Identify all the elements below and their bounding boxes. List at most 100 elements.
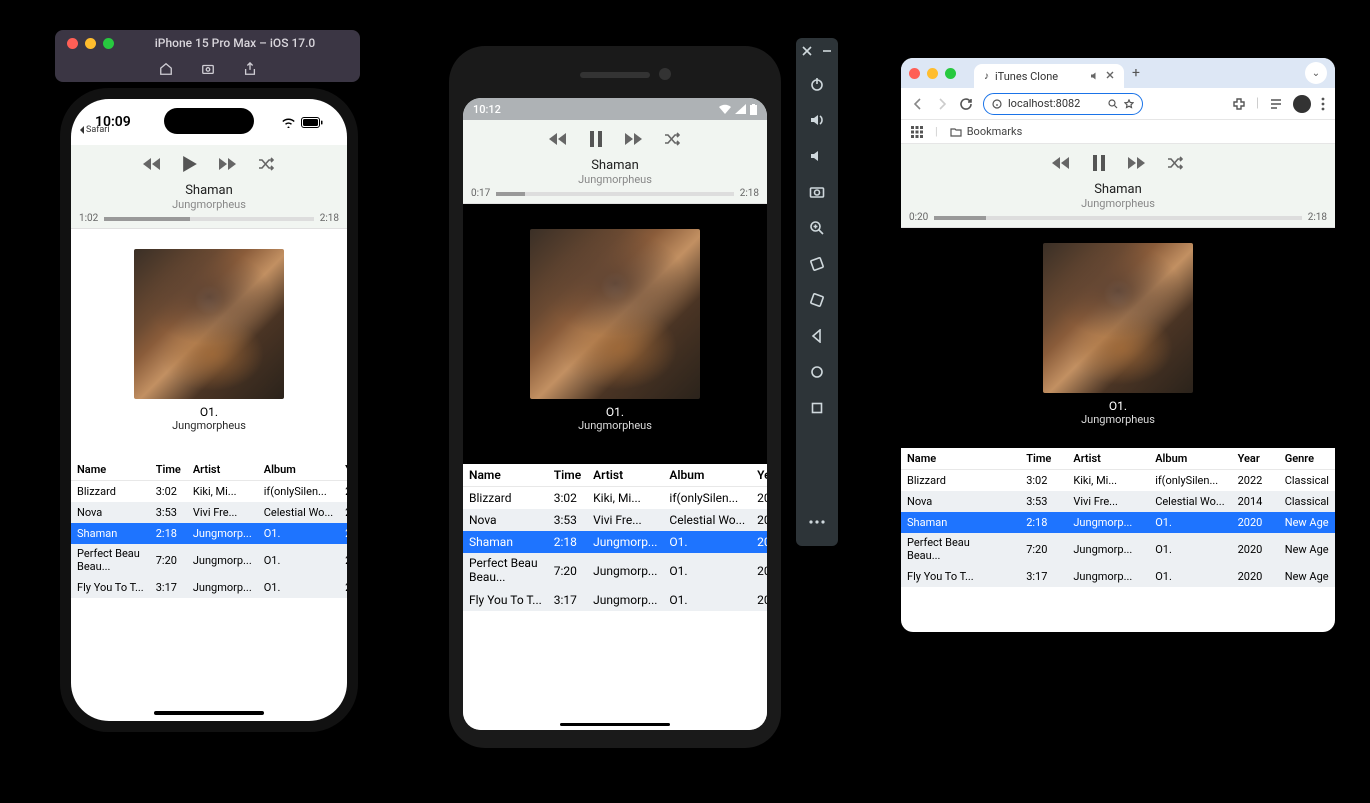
track-table: Name Time Artist Album Year Genre Blizza…: [463, 464, 767, 611]
reading-list-icon[interactable]: [1269, 97, 1283, 111]
volume-down-icon[interactable]: [804, 140, 830, 172]
progress-bar[interactable]: [496, 192, 733, 196]
col-name[interactable]: Name: [901, 448, 1020, 470]
album-artist: Jungmorpheus: [172, 419, 246, 432]
progress-bar[interactable]: [104, 217, 313, 221]
minimize-icon[interactable]: [927, 68, 938, 79]
col-genre[interactable]: Genre: [1279, 448, 1335, 470]
col-time[interactable]: Time: [548, 464, 587, 487]
power-icon[interactable]: [804, 68, 830, 100]
col-artist[interactable]: Artist: [1067, 448, 1149, 470]
player-header: Shaman Jungmorpheus 1:02 2:18: [71, 145, 347, 229]
pause-button[interactable]: [587, 130, 605, 148]
table-row[interactable]: Blizzard3:02Kiki, Mi...if(onlySilen...20…: [71, 481, 347, 503]
col-name[interactable]: Name: [71, 459, 150, 481]
nav-forward-icon[interactable]: [935, 97, 949, 111]
table-row[interactable]: Perfect BeauBeau...7:20Jungmorp...O1.202…: [71, 544, 347, 577]
back-to-safari[interactable]: Safari: [79, 125, 110, 135]
reload-icon[interactable]: [959, 97, 973, 111]
overview-icon[interactable]: [804, 392, 830, 424]
progress-total: 2:18: [740, 188, 759, 199]
prev-button[interactable]: [1052, 154, 1070, 172]
minimize-icon[interactable]: [85, 38, 96, 49]
window-traffic-lights[interactable]: [909, 68, 956, 79]
close-icon[interactable]: [800, 44, 814, 58]
col-artist[interactable]: Artist: [187, 459, 258, 481]
bookmarks-folder[interactable]: Bookmarks: [950, 125, 1023, 138]
new-tab-button[interactable]: +: [1132, 65, 1140, 81]
table-row[interactable]: Shaman2:18Jungmorp...O1.2020New Age: [901, 512, 1335, 533]
shuffle-button[interactable]: [663, 130, 681, 148]
table-row[interactable]: Perfect BeauBeau...7:20Jungmorp...O1.202…: [463, 553, 767, 589]
profile-avatar[interactable]: [1293, 95, 1311, 113]
more-icon[interactable]: [804, 506, 830, 538]
site-info-icon[interactable]: [992, 99, 1002, 109]
progress-total: 2:18: [320, 213, 339, 224]
minimize-icon[interactable]: [820, 44, 834, 58]
volume-up-icon[interactable]: [804, 104, 830, 136]
player-header: Shaman Jungmorpheus 0:20 2:18: [901, 144, 1335, 228]
col-album[interactable]: Album: [1149, 448, 1231, 470]
table-row[interactable]: Blizzard3:02Kiki, Mi...if(onlySilen...20…: [901, 470, 1335, 492]
progress-total: 2:18: [1308, 212, 1327, 223]
pause-button[interactable]: [1090, 154, 1108, 172]
zoom-in-icon[interactable]: [804, 212, 830, 244]
window-traffic-lights[interactable]: [67, 38, 114, 49]
play-button[interactable]: [181, 155, 199, 173]
close-icon[interactable]: [909, 68, 920, 79]
col-album[interactable]: Album: [663, 464, 751, 487]
kebab-menu-icon[interactable]: [1321, 97, 1325, 111]
col-time[interactable]: Time: [1020, 448, 1067, 470]
back-icon[interactable]: [804, 320, 830, 352]
table-row[interactable]: Perfect BeauBeau...7:20Jungmorp...O1.202…: [901, 533, 1335, 566]
shuffle-button[interactable]: [1166, 154, 1184, 172]
next-button[interactable]: [625, 130, 643, 148]
close-icon[interactable]: [67, 38, 78, 49]
col-year[interactable]: Year: [1232, 448, 1279, 470]
address-bar[interactable]: localhost:8082: [983, 93, 1143, 115]
chevron-down-icon[interactable]: ⌄: [1305, 62, 1327, 84]
share-icon[interactable]: [243, 62, 257, 76]
zoom-icon[interactable]: [103, 38, 114, 49]
prev-button[interactable]: [143, 155, 161, 173]
bookmark-star-icon[interactable]: [1124, 99, 1134, 109]
nav-back-icon[interactable]: [911, 97, 925, 111]
col-album[interactable]: Album: [258, 459, 339, 481]
table-row[interactable]: Fly You To T...3:17Jungmorp...O1.2020New…: [71, 577, 347, 598]
progress-bar[interactable]: [934, 216, 1301, 220]
table-row[interactable]: Fly You To T...3:17Jungmorp...O1.2020New…: [463, 589, 767, 611]
table-row[interactable]: Shaman2:18Jungmorp...O1.2020New Age: [463, 531, 767, 553]
extensions-icon[interactable]: [1232, 97, 1246, 111]
col-artist[interactable]: Artist: [587, 464, 663, 487]
zoom-icon[interactable]: [945, 68, 956, 79]
next-button[interactable]: [219, 155, 237, 173]
table-row[interactable]: Shaman2:18Jungmorp...O1.2020New Age: [71, 523, 347, 544]
rotate-right-icon[interactable]: [804, 284, 830, 316]
table-row[interactable]: Fly You To T...3:17Jungmorp...O1.2020New…: [901, 566, 1335, 587]
col-name[interactable]: Name: [463, 464, 548, 487]
tab-close-icon[interactable]: [1106, 71, 1114, 81]
home-icon[interactable]: [804, 356, 830, 388]
apps-grid-icon[interactable]: [911, 126, 923, 138]
table-row[interactable]: Nova3:53Vivi Fre...Celestial Wo...2014Cl…: [71, 502, 347, 523]
rotate-left-icon[interactable]: [804, 248, 830, 280]
shuffle-button[interactable]: [257, 155, 275, 173]
home-indicator[interactable]: [154, 711, 264, 715]
table-row[interactable]: Nova3:53Vivi Fre...Celestial Wo...2014Cl…: [901, 491, 1335, 512]
tab-audio-icon[interactable]: [1090, 71, 1100, 81]
zoom-indicator-icon[interactable]: [1108, 99, 1118, 109]
prev-button[interactable]: [549, 130, 567, 148]
table-row[interactable]: Blizzard3:02Kiki, Mi...if(onlySilen...20…: [463, 487, 767, 510]
home-icon[interactable]: [159, 62, 173, 76]
table-header-row: Name Time Artist Album Year Genre: [71, 459, 347, 481]
screenshot-icon[interactable]: [201, 62, 215, 76]
col-year[interactable]: Year: [339, 459, 347, 481]
gesture-bar[interactable]: [560, 723, 670, 726]
col-year[interactable]: Year: [751, 464, 767, 487]
browser-tab[interactable]: ♪ iTunes Clone: [974, 64, 1124, 88]
next-button[interactable]: [1128, 154, 1146, 172]
table-row[interactable]: Nova3:53Vivi Fre...Celestial Wo...2014Cl…: [463, 509, 767, 531]
speaker-grille: [580, 72, 650, 78]
camera-icon[interactable]: [804, 176, 830, 208]
col-time[interactable]: Time: [150, 459, 187, 481]
